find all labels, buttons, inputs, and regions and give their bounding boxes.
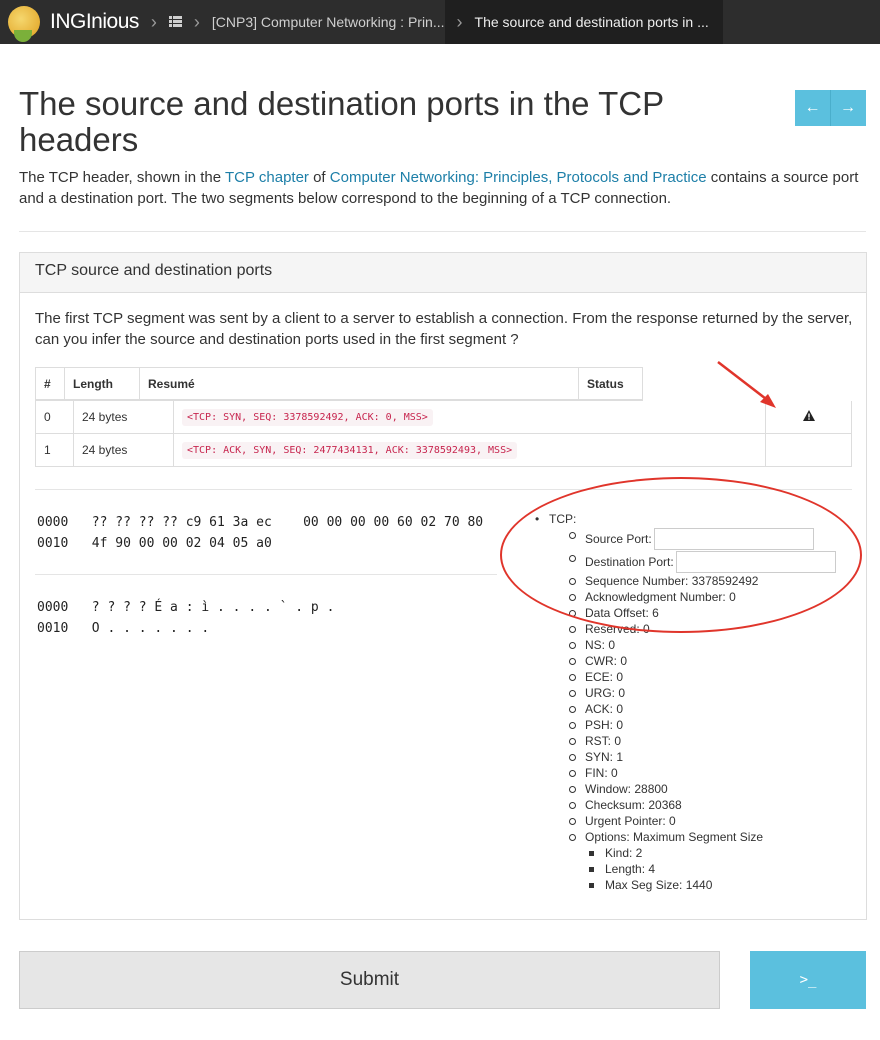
chevron-right-icon: › <box>193 11 200 32</box>
source-port-input[interactable] <box>653 527 814 550</box>
tcp-field: ECE: 0 <box>549 669 836 685</box>
column-header: # <box>36 368 65 399</box>
tcp-root-label: TCP: <box>549 512 577 526</box>
row-number: 1 <box>36 434 74 466</box>
problem-panel: TCP source and destination ports The fir… <box>19 252 867 920</box>
warning-icon <box>802 410 815 424</box>
hex-line: 0000 ?? ?? ?? ?? c9 61 3a ec 00 00 00 00… <box>37 515 484 530</box>
row-length: 24 bytes <box>74 401 174 433</box>
hex-dump: 0000 ?? ?? ?? ?? c9 61 3a ec 00 00 00 00… <box>37 512 483 554</box>
tcp-field: Acknowledgment Number: 0 <box>549 589 836 605</box>
page-title: The source and destination ports in the … <box>19 85 664 158</box>
tcp-field: PSH: 0 <box>549 717 836 733</box>
arrow-left-icon[interactable]: ← <box>795 90 830 126</box>
tcp-options-item: Options: Maximum Segment Size Kind: 2 Le… <box>549 829 836 893</box>
breadcrumb-course[interactable]: [CNP3] Computer Networking : Prin... <box>212 14 445 30</box>
divider <box>19 231 866 232</box>
panel-heading: TCP source and destination ports <box>20 253 866 293</box>
question-text: The first TCP segment was sent by a clie… <box>35 310 853 348</box>
top-navbar: INGInious › › [CNP3] Computer Networking… <box>0 0 880 44</box>
chevron-right-icon: › <box>150 11 157 32</box>
tcp-field: SYN: 1 <box>549 749 836 765</box>
tcp-field: Options: Maximum Segment Size <box>585 830 764 844</box>
row-number: 0 <box>36 401 74 433</box>
chevron-right-icon: › <box>456 11 463 32</box>
tcp-header-tree: TCP: Source Port: Destination Port: Sequ… <box>533 511 836 893</box>
destination-port-label: Destination Port: <box>585 554 674 569</box>
breadcrumb-task: › The source and destination ports in ..… <box>444 0 723 44</box>
table-row[interactable]: 1 24 bytes <TCP: ACK, SYN, SEQ: 24774341… <box>35 434 852 467</box>
option-field: Length: 4 <box>549 861 836 877</box>
arrow-right-icon[interactable]: → <box>830 90 865 126</box>
tcp-field: URG: 0 <box>549 685 836 701</box>
tcp-field: Sequence Number: 3378592492 <box>549 573 836 589</box>
console-button[interactable]: >_ <box>750 951 866 1009</box>
column-header: Length <box>65 368 140 399</box>
segment-table-header: # Length Resumé Status <box>35 367 643 401</box>
tcp-field: FIN: 0 <box>549 765 836 781</box>
task-description: The TCP header, shown in the TCP chapter… <box>19 167 864 209</box>
tcp-field: Reserved: 0 <box>549 621 836 637</box>
tcp-field: Urgent Pointer: 0 <box>549 813 836 829</box>
tcp-field: Checksum: 20368 <box>549 797 836 813</box>
brand-name: INGInious <box>50 10 139 33</box>
ascii-dump: 0000 ? ? ? ? É a : ì . . . . ` . p . 0010… <box>37 597 334 639</box>
tcp-root: TCP: Source Port: Destination Port: Sequ… <box>533 511 836 893</box>
submit-button[interactable]: Submit <box>19 951 720 1009</box>
segment-summary: <TCP: SYN, SEQ: 3378592492, ACK: 0, MSS> <box>182 408 433 426</box>
tcp-field: CWR: 0 <box>549 653 836 669</box>
tcp-field: ACK: 0 <box>549 701 836 717</box>
tcp-chapter-link[interactable]: TCP chapter <box>225 169 309 186</box>
intro-text: The TCP header, shown in the <box>19 169 225 186</box>
hex-line: 0010 4f 90 00 00 02 04 05 a0 <box>37 536 272 551</box>
list-icon[interactable] <box>168 15 182 29</box>
row-status <box>766 401 851 433</box>
brand-link[interactable]: INGInious <box>0 0 139 44</box>
source-port-label: Source Port: <box>585 531 652 546</box>
task-pager: ← → <box>795 90 866 126</box>
option-field: Max Seg Size: 1440 <box>549 877 836 893</box>
tcp-field: NS: 0 <box>549 637 836 653</box>
breadcrumb-task-label: The source and destination ports in ... <box>474 14 709 30</box>
source-port-item: Source Port: <box>549 527 836 550</box>
divider <box>35 574 497 575</box>
row-length: 24 bytes <box>74 434 174 466</box>
intro-text: of <box>308 169 330 186</box>
row-summary: <TCP: ACK, SYN, SEQ: 2477434131, ACK: 33… <box>174 434 766 466</box>
segment-summary: <TCP: ACK, SYN, SEQ: 2477434131, ACK: 33… <box>182 441 518 459</box>
row-status <box>766 434 851 466</box>
book-link[interactable]: Computer Networking: Principles, Protoco… <box>330 169 707 186</box>
destination-port-input[interactable] <box>675 550 836 573</box>
column-header: Resumé <box>140 368 579 399</box>
destination-port-item: Destination Port: <box>549 550 836 573</box>
ascii-line: 0010 O . . . . . . . <box>37 621 210 636</box>
column-header: Status <box>587 376 624 391</box>
tcp-field: Window: 28800 <box>549 781 836 797</box>
inginious-logo <box>8 6 40 42</box>
ascii-line: 0000 ? ? ? ? É a : ì . . . . ` . p . <box>37 600 335 615</box>
row-summary: <TCP: SYN, SEQ: 3378592492, ACK: 0, MSS> <box>174 401 766 433</box>
option-field: Kind: 2 <box>549 845 836 861</box>
table-row[interactable]: 0 24 bytes <TCP: SYN, SEQ: 3378592492, A… <box>35 401 852 434</box>
tcp-field: RST: 0 <box>549 733 836 749</box>
tcp-field: Data Offset: 6 <box>549 605 836 621</box>
divider <box>35 489 852 490</box>
